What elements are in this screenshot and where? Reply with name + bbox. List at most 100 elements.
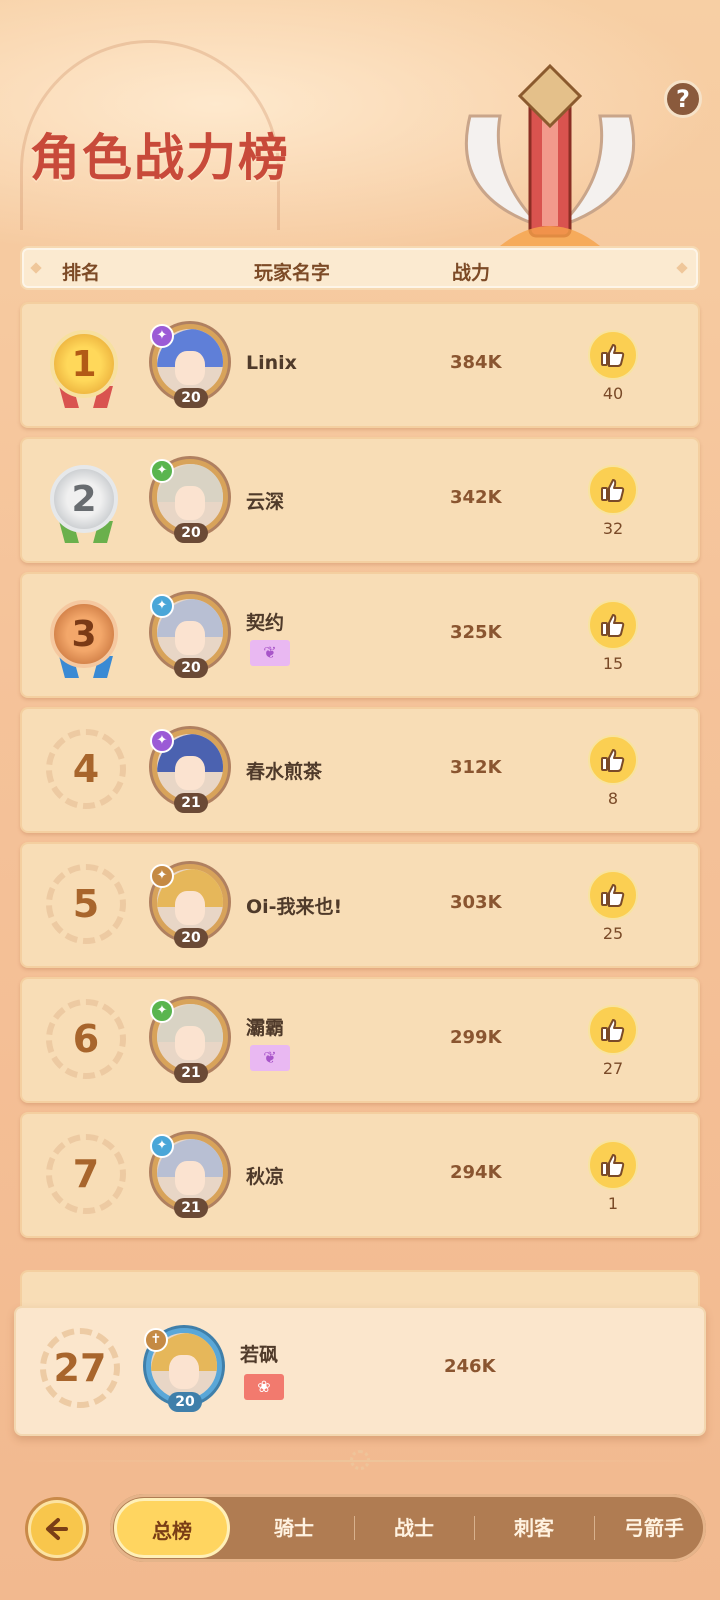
like-count: 15 [602,654,624,673]
header-diamond-icon [676,262,688,274]
column-header: 排名 玩家名字 战力 [20,246,700,290]
like-count: 25 [602,924,624,943]
power-value: 246K [444,1356,496,1377]
avatar-face [175,351,205,385]
class-icon: ✦ [150,459,174,483]
level-badge: 20 [174,388,208,408]
bronze-medal-icon: 3 [50,600,118,668]
leaderboard-row[interactable]: 5 ✦ 20 Oi-我来也! 303K 25 [20,842,700,968]
class-icon: ✦ [150,1134,174,1158]
back-arrow-icon [46,1518,68,1540]
tab-0[interactable]: 总榜 [114,1498,230,1558]
like-button[interactable] [588,1005,638,1055]
like-button[interactable] [588,465,638,515]
page-title: 角色战力榜 [30,129,290,187]
column-rank: 排名 [62,262,101,284]
class-icon: ✦ [150,864,174,888]
power-value: 299K [450,1027,502,1048]
like-count: 8 [607,789,619,808]
leaderboard-row[interactable]: 4 ✦ 21 春水煎茶 312K 8 [20,707,700,833]
like-count: 27 [602,1059,624,1078]
rank-number: 6 [46,999,126,1079]
avatar-face [175,1026,205,1060]
power-value: 303K [450,892,502,913]
thumbs-up-icon [601,1154,625,1177]
power-value: 325K [450,622,502,643]
like-count: 40 [602,384,624,403]
tab-separator [474,1516,475,1540]
power-value: 384K [450,352,502,373]
avatar-face [175,756,205,790]
rank-number: 27 [40,1328,120,1408]
player-name: 云深 [246,491,285,513]
level-badge: 21 [174,793,208,813]
like-button[interactable] [588,1140,638,1190]
gear-ornament-icon [350,1450,370,1470]
player-name: 秋凉 [246,1166,285,1188]
tab-separator [354,1516,355,1540]
class-icon: ✦ [150,999,174,1023]
avatar-face [175,891,205,925]
power-value: 294K [450,1162,502,1183]
leaderboard-row[interactable]: 1 ✦ 20 Linix 384K 40 [20,302,700,428]
leaderboard-row[interactable]: 3 ✦ 20 契约 ❦ 325K 15 [20,572,700,698]
thumbs-up-icon [601,749,625,772]
category-tabs: 总榜 骑士 战士 刺客 弓箭手 [110,1494,706,1562]
class-icon: ✝ [144,1328,168,1352]
wings-badge-icon: ❦ [250,640,290,666]
power-value: 312K [450,757,502,778]
level-badge: 20 [168,1392,202,1412]
bear-badge-icon: ❀ [244,1374,284,1400]
player-name: Linix [246,352,297,374]
rank-number: 7 [46,1134,126,1214]
like-count: 1 [607,1194,619,1213]
class-icon: ✦ [150,729,174,753]
class-icon: ✦ [150,324,174,348]
player-name: 契约 [246,612,285,634]
tab-separator [594,1516,595,1540]
level-badge: 20 [174,928,208,948]
column-power: 战力 [452,262,491,284]
level-badge: 20 [174,658,208,678]
thumbs-up-icon [601,884,625,907]
trophy-icon [464,63,636,246]
leaderboard-row[interactable]: 2 ✦ 20 云深 342K 32 [20,437,700,563]
avatar-face [175,1161,205,1195]
header-diamond-icon [30,262,42,274]
player-name: 灞霸 [246,1017,285,1039]
gold-medal-icon: 1 [50,330,118,398]
player-name: Oi-我来也! [246,896,343,918]
level-badge: 21 [174,1063,208,1083]
level-badge: 20 [174,523,208,543]
rank-number: 4 [46,729,126,809]
thumbs-up-icon [601,344,625,367]
level-badge: 21 [174,1198,208,1218]
like-count: 32 [602,519,624,538]
avatar-face [175,621,205,655]
back-button[interactable] [28,1500,86,1558]
class-icon: ✦ [150,594,174,618]
tab-1[interactable]: 骑士 [234,1494,354,1562]
power-value: 342K [450,487,502,508]
rank-number: 5 [46,864,126,944]
tab-2[interactable]: 战士 [354,1494,474,1562]
tab-4[interactable]: 弓箭手 [594,1494,714,1562]
column-player-name: 玩家名字 [254,262,331,284]
avatar-face [175,486,205,520]
thumbs-up-icon [601,479,625,502]
like-button[interactable] [588,735,638,785]
thumbs-up-icon [601,614,625,637]
help-button[interactable]: ? [664,80,702,118]
leaderboard-row[interactable]: 6 ✦ 21 灞霸 ❦ 299K 27 [20,977,700,1103]
like-button[interactable] [588,870,638,920]
own-rank-row[interactable]: 27 ✝ 20 若砜 ❀ 246K [14,1306,706,1436]
like-button[interactable] [588,330,638,380]
player-name: 若砜 [240,1344,279,1366]
player-name: 春水煎茶 [246,761,323,783]
tab-3[interactable]: 刺客 [474,1494,594,1562]
leaderboard-row[interactable]: 7 ✦ 21 秋凉 294K 1 [20,1112,700,1238]
avatar-face [169,1355,199,1389]
like-button[interactable] [588,600,638,650]
silver-medal-icon: 2 [50,465,118,533]
wings-badge-icon: ❦ [250,1045,290,1071]
